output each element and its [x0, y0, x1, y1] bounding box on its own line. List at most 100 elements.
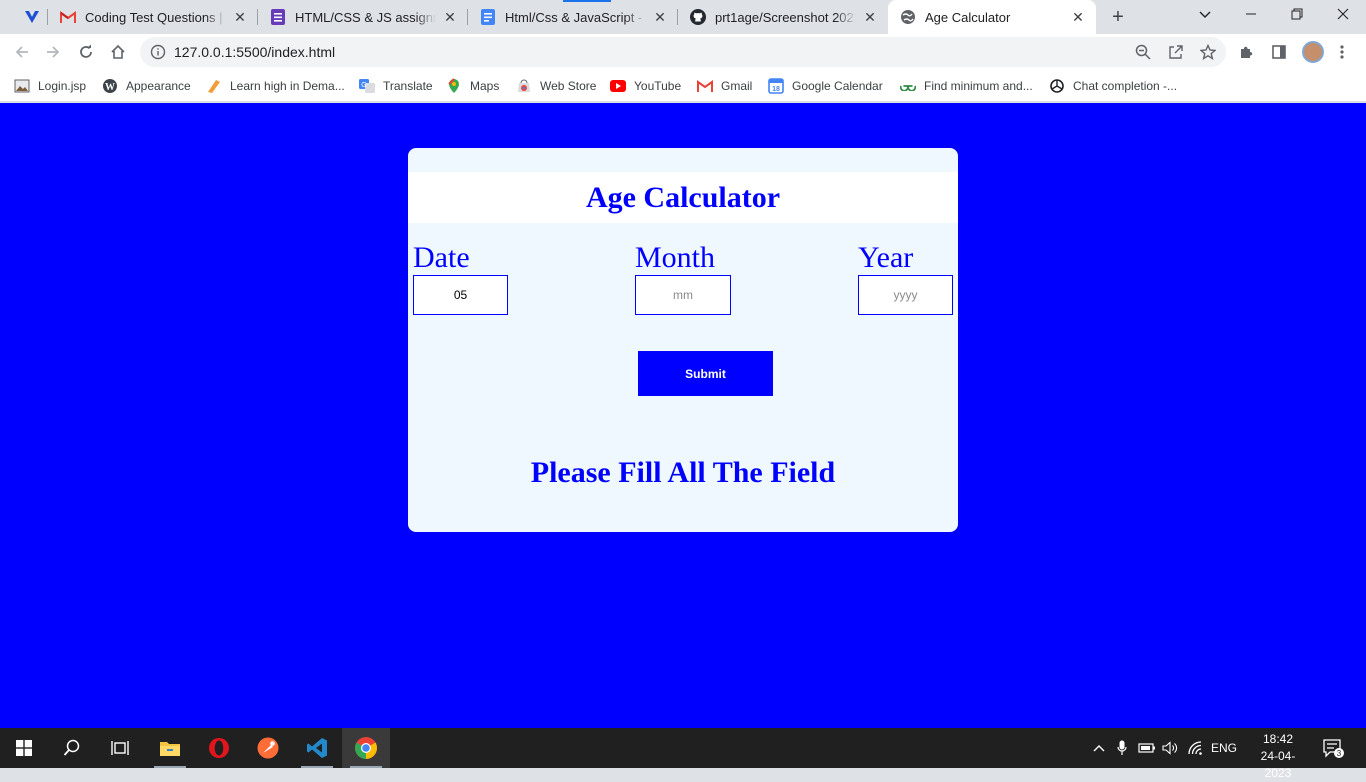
- web-store-icon: [516, 78, 532, 94]
- year-input[interactable]: [858, 275, 953, 315]
- bookmark-find-minimum[interactable]: Find minimum and...: [900, 76, 1033, 96]
- zoom-icon[interactable]: [1134, 43, 1152, 61]
- wifi-icon[interactable]: [1186, 728, 1206, 768]
- tab-title: prt1age/Screenshot 2023-0: [715, 9, 856, 25]
- task-view-icon[interactable]: [96, 728, 144, 768]
- windows-start-icon[interactable]: [0, 728, 48, 768]
- close-window-button[interactable]: [1320, 0, 1366, 32]
- back-button[interactable]: [9, 39, 35, 65]
- vscode-icon[interactable]: [293, 728, 341, 768]
- year-label: Year: [858, 241, 914, 274]
- share-icon[interactable]: [1167, 43, 1185, 61]
- card-header: Age Calculator: [408, 172, 958, 223]
- tab-loading-indicator: [563, 0, 611, 2]
- bookmark-learn-high[interactable]: Learn high in Dema...: [206, 76, 345, 96]
- bookmark-maps[interactable]: Maps: [446, 76, 499, 96]
- close-icon[interactable]: ✕: [1070, 9, 1086, 25]
- bookmark-label: Learn high in Dema...: [230, 79, 345, 93]
- microphone-icon[interactable]: [1113, 728, 1131, 768]
- bookmark-icon: [206, 78, 222, 94]
- extensions-puzzle-icon[interactable]: [1237, 42, 1257, 62]
- file-explorer-icon[interactable]: [146, 728, 194, 768]
- bookmark-google-calendar[interactable]: 18 Google Calendar: [768, 76, 883, 96]
- close-icon[interactable]: ✕: [652, 9, 668, 25]
- url-text: 127.0.0.1:5500/index.html: [174, 44, 336, 60]
- gmail-icon: [697, 78, 713, 94]
- bookmarks-bar: Login.jsp W Appearance Learn high in Dem…: [0, 70, 1366, 102]
- tab-coding-test[interactable]: Coding Test Questions | PRT ✕: [48, 0, 258, 34]
- result-message: Please Fill All The Field: [530, 456, 836, 489]
- month-field-group: Month: [635, 241, 731, 315]
- wordpress-icon: W: [102, 78, 118, 94]
- geeksforgeeks-icon: [900, 78, 916, 94]
- date-field-group: Date: [413, 241, 508, 315]
- svg-text:W: W: [105, 82, 115, 93]
- kebab-menu-icon[interactable]: [1332, 42, 1352, 62]
- bookmark-chat-completion[interactable]: Chat completion -...: [1049, 76, 1177, 96]
- show-hidden-icons-chevron-icon[interactable]: [1089, 728, 1109, 768]
- submit-button[interactable]: Submit: [638, 351, 773, 396]
- calendar-icon: 18: [768, 78, 784, 94]
- address-bar[interactable]: 127.0.0.1:5500/index.html: [140, 37, 1226, 67]
- age-calculator-card: Age Calculator Date Month Year Submit Pl…: [408, 148, 958, 532]
- tab-github-screenshot[interactable]: prt1age/Screenshot 2023-0 ✕: [678, 0, 888, 34]
- language-indicator[interactable]: ENG: [1208, 728, 1240, 768]
- tab-title: Html/Css & JavaScript - Age: [505, 9, 646, 25]
- google-forms-icon: [270, 9, 286, 25]
- notification-count: 3: [1337, 749, 1342, 758]
- new-tab-button[interactable]: +: [1106, 6, 1130, 28]
- bookmark-label: Find minimum and...: [924, 79, 1033, 93]
- month-label: Month: [635, 241, 716, 274]
- vercel-v-icon: [24, 9, 40, 25]
- side-panel-icon[interactable]: [1269, 42, 1289, 62]
- svg-text:G: G: [361, 82, 366, 89]
- minimize-button[interactable]: [1228, 0, 1274, 32]
- page-title: Age Calculator: [585, 181, 781, 214]
- volume-icon[interactable]: [1160, 728, 1180, 768]
- bookmark-star-icon[interactable]: [1199, 43, 1217, 61]
- tab-title: Age Calculator: [925, 9, 1011, 25]
- close-icon[interactable]: ✕: [442, 9, 458, 25]
- bookmark-web-store[interactable]: Web Store: [516, 76, 596, 96]
- bookmark-label: Google Calendar: [792, 79, 883, 93]
- tab-pinned[interactable]: [12, 0, 48, 34]
- bookmark-label: Chat completion -...: [1073, 79, 1178, 93]
- bookmark-label: Login.jsp: [38, 79, 87, 93]
- globe-icon: [900, 9, 916, 25]
- tab-html-css-assignment[interactable]: HTML/CSS & JS assignment ✕: [258, 0, 468, 34]
- tab-html-css-js-age[interactable]: Html/Css & JavaScript - Age ✕: [468, 0, 678, 34]
- date-input[interactable]: [413, 275, 508, 315]
- bookmark-gmail[interactable]: Gmail: [697, 76, 752, 96]
- battery-icon[interactable]: [1136, 728, 1158, 768]
- gmail-icon: [60, 9, 76, 25]
- postman-icon[interactable]: [244, 728, 292, 768]
- notifications-button[interactable]: 3: [1318, 728, 1348, 768]
- bookmark-label: Maps: [470, 79, 500, 93]
- page-viewport: Age Calculator Date Month Year Submit Pl…: [0, 103, 1366, 728]
- bookmark-login-jsp[interactable]: Login.jsp: [14, 76, 86, 96]
- chrome-icon[interactable]: [342, 728, 390, 768]
- opera-icon[interactable]: [195, 728, 243, 768]
- month-input[interactable]: [635, 275, 731, 315]
- close-icon[interactable]: ✕: [232, 9, 248, 25]
- date-label: Date: [413, 241, 470, 274]
- clock-time: 18:42: [1262, 732, 1294, 746]
- restore-button[interactable]: [1274, 0, 1320, 32]
- bookmark-label: Translate: [383, 79, 433, 93]
- bookmark-label: Appearance: [126, 79, 191, 93]
- tab-title: HTML/CSS & JS assignment: [295, 9, 436, 25]
- bookmark-appearance[interactable]: W Appearance: [102, 76, 191, 96]
- year-field-group: Year: [858, 241, 953, 315]
- bookmark-youtube[interactable]: YouTube: [610, 76, 681, 96]
- clock[interactable]: 18:42 24-04-2023: [1248, 731, 1308, 782]
- tab-age-calculator[interactable]: Age Calculator ✕: [888, 0, 1096, 34]
- close-icon[interactable]: ✕: [862, 9, 878, 25]
- reload-button[interactable]: [73, 39, 99, 65]
- tab-search-chevron-icon[interactable]: [1182, 0, 1228, 32]
- bookmark-translate[interactable]: G Translate: [359, 76, 433, 96]
- forward-button[interactable]: [40, 39, 66, 65]
- home-button[interactable]: [105, 39, 131, 65]
- site-info-icon[interactable]: [150, 44, 166, 60]
- profile-avatar[interactable]: [1302, 41, 1324, 63]
- search-icon[interactable]: [48, 728, 96, 768]
